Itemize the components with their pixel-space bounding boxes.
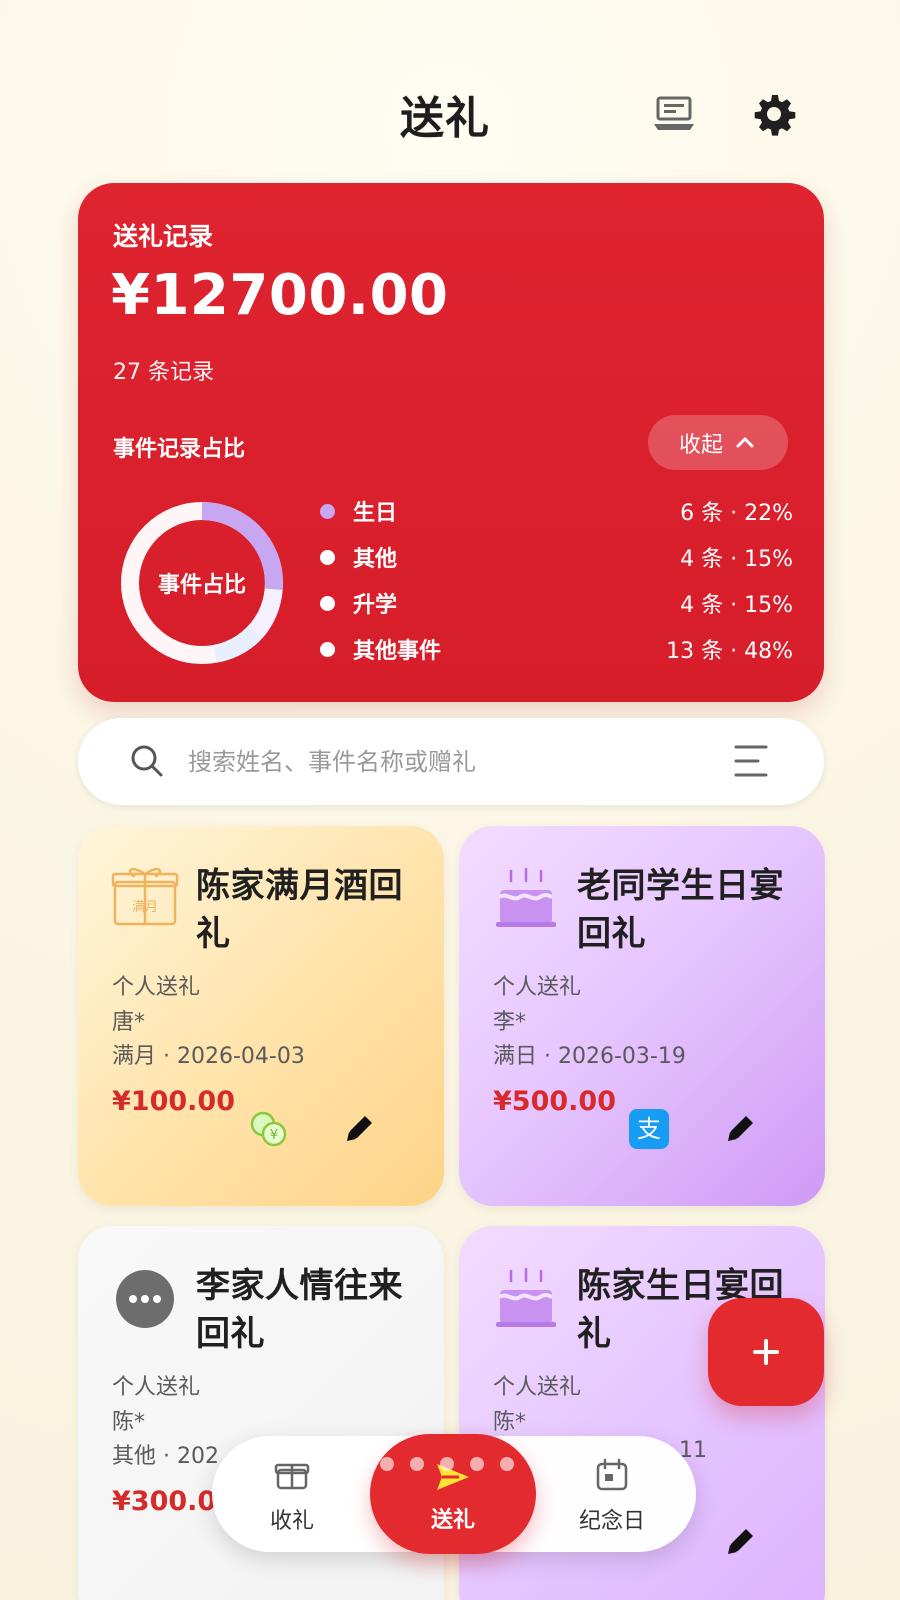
filter-icon[interactable] [728,741,774,781]
calendar-icon [596,1458,628,1491]
search-input[interactable] [186,736,690,788]
gift-date: 满月 · 2026-04-03 [112,1044,305,1069]
legend-value: 6 条 · 22% [680,501,793,526]
total-amount: ¥12700.00 [111,263,449,328]
legend-value: 13 条 · 48% [666,639,793,664]
event-ratio-donut [121,502,283,664]
record-count: 27 条记录 [113,360,214,385]
legend-name: 其他事件 [353,639,442,664]
gift-badge-text: 满月 [132,900,158,915]
nav-anniversary[interactable]: 纪念日 [552,1456,672,1536]
gift-card-2[interactable]: 老同学生日宴回礼 个人送礼 李* 满日 · 2026-03-19 ¥500.00… [459,826,825,1206]
edit-icon[interactable] [721,1523,759,1561]
cake-icon [496,867,556,927]
edit-icon[interactable] [721,1110,759,1148]
gift-person: 李* [493,1010,527,1035]
legend-row-other-events: 其他事件 13 条 · 48% [320,626,793,672]
search-icon [131,745,163,777]
nav-receive-gift[interactable]: 收礼 [232,1456,352,1536]
legend-row-other: 其他 4 条 · 15% [320,534,793,580]
nav-send-gift[interactable]: 送礼 [370,1434,536,1554]
card-title: 陈家满月酒回礼 [196,866,403,954]
gift-icon [274,1463,310,1490]
legend-value: 4 条 · 15% [680,593,793,618]
page-title: 送礼 [400,93,490,144]
svg-text:¥: ¥ [270,1128,278,1143]
gift-type: 个人送礼 [112,975,201,1000]
settings-button[interactable] [748,88,800,140]
alipay-icon: 支 [629,1109,669,1149]
laptop-icon [654,96,694,130]
legend-name: 升学 [353,593,398,618]
chevron-up-icon [736,437,754,448]
gift-box-icon: 满月 [111,867,179,926]
gear-icon [754,95,796,136]
svg-text:支: 支 [637,1115,661,1143]
legend-row-birthday: 生日 6 条 · 22% [320,488,793,534]
gift-amount: ¥300.0 [112,1486,217,1517]
legend-dot [320,595,335,611]
page-indicator-dot [500,1457,514,1471]
nav-label: 收礼 [269,1509,314,1534]
page-indicator-dot [380,1457,394,1471]
summary-card: 送礼记录 ¥12700.00 27 条记录 事件记录占比 收起 事件占比 生日 … [78,183,824,702]
collapse-button[interactable]: 收起 [648,415,788,470]
gift-person: 陈* [493,1410,527,1435]
gift-date: 其他 · 202 [112,1444,219,1469]
gift-person: 陈* [112,1410,146,1435]
card-title: 李家人情往来回礼 [196,1266,403,1354]
plus-icon [753,1339,779,1365]
collapse-button-label: 收起 [678,432,723,458]
page-indicator-dot [470,1457,484,1471]
device-sync-button[interactable] [648,88,700,140]
nav-label: 送礼 [430,1508,475,1533]
event-ratio-label: 事件记录占比 [113,437,246,462]
search-bar [78,718,824,805]
nav-label: 纪念日 [578,1509,645,1534]
edit-icon[interactable] [340,1110,378,1148]
birthday-segment [201,502,283,591]
legend-dot [320,503,335,519]
legend-name: 生日 [353,501,398,526]
gift-type: 个人送礼 [493,1375,582,1400]
gift-amount: ¥100.00 [112,1086,235,1117]
gift-amount: ¥500.00 [493,1086,616,1117]
add-record-button[interactable] [708,1298,824,1406]
page-indicator-dot [440,1457,454,1471]
coin-icon: ¥ [250,1111,287,1147]
event-ratio-legend: 生日 6 条 · 22% 其他 4 条 · 15% 升学 4 条 · 15% 其… [320,488,793,672]
gift-card-1[interactable]: 满月 陈家满月酒回礼 个人送礼 唐* 满月 · 2026-04-03 ¥100.… [78,826,444,1206]
summary-title: 送礼记录 [113,222,214,251]
gift-type: 个人送礼 [112,1375,201,1400]
other-segment [248,588,283,640]
legend-row-school: 升学 4 条 · 15% [320,580,793,626]
more-icon [116,1270,174,1328]
page-indicator [380,1457,520,1477]
gift-date: 满日 · 2026-03-19 [493,1044,686,1069]
page-indicator-dot [410,1457,424,1471]
school-segment [213,626,262,663]
legend-dot [320,549,335,565]
gift-type: 个人送礼 [493,975,582,1000]
legend-name: 其他 [353,547,398,572]
bottom-navigation: 收礼 送礼 纪念日 [212,1434,696,1554]
app-screen: 送礼 送礼记录 ¥12700.00 27 条记录 事件记录占比 收起 事件占比 … [0,0,900,1600]
cake-icon [496,1267,556,1327]
legend-value: 4 条 · 15% [680,547,793,572]
card-title: 老同学生日宴回礼 [577,866,784,954]
gift-person: 唐* [112,1010,146,1035]
legend-dot [320,641,335,657]
